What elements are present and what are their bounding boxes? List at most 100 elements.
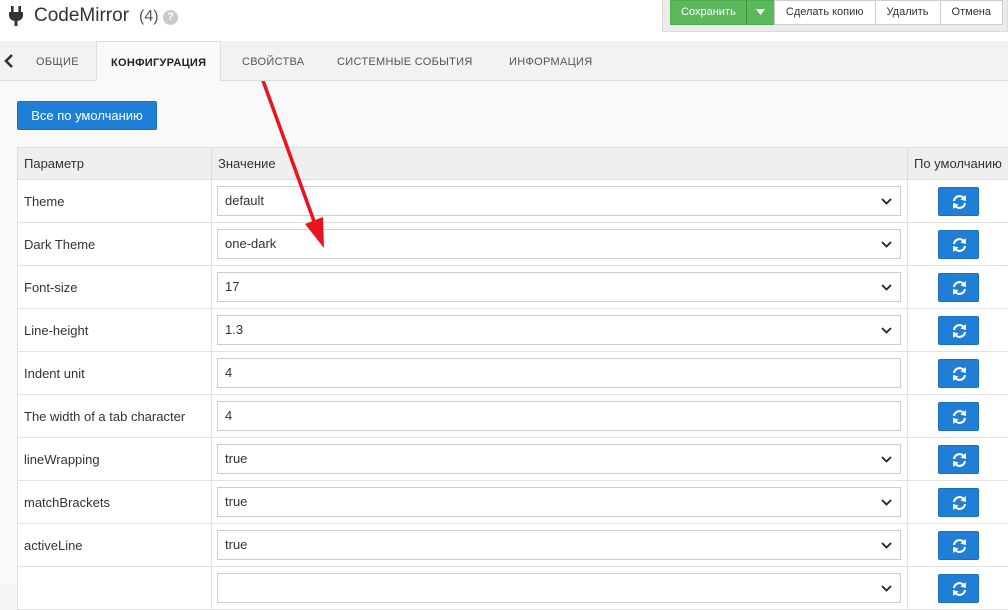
- table-row: Indent unit 4: [18, 352, 1008, 395]
- param-name: Indent unit: [18, 352, 212, 395]
- value-select[interactable]: true: [217, 444, 901, 474]
- chevron-down-icon: [881, 239, 892, 250]
- param-value-cell: default: [212, 180, 908, 223]
- param-name: lineWrapping: [18, 438, 212, 481]
- value-select[interactable]: true: [217, 487, 901, 517]
- tab-system-events[interactable]: СИСТЕМНЫЕ СОБЫТИЯ: [337, 41, 473, 81]
- help-icon[interactable]: ?: [163, 10, 178, 25]
- value-text: one-dark: [225, 236, 276, 251]
- config-table: Параметр Значение По умолчанию Theme defa…: [17, 147, 1008, 610]
- reset-default-button[interactable]: [938, 445, 979, 474]
- page-title: CodeMirror: [34, 5, 129, 27]
- reset-default-button[interactable]: [938, 273, 979, 302]
- value-select[interactable]: true: [217, 530, 901, 560]
- chevron-down-icon: [881, 497, 892, 508]
- param-name: [18, 567, 212, 610]
- value-select[interactable]: 1.3: [217, 315, 901, 345]
- table-row: Font-size 17: [18, 266, 1008, 309]
- chevron-down-icon: [881, 282, 892, 293]
- tab-general[interactable]: ОБЩИЕ: [36, 41, 79, 81]
- default-cell: [908, 524, 1008, 567]
- reset-default-button[interactable]: [938, 531, 979, 560]
- value-text: 4: [225, 365, 232, 380]
- value-text: 17: [225, 279, 239, 294]
- column-header-value: Значение: [212, 148, 908, 180]
- value-text: true: [225, 537, 247, 552]
- param-name: Theme: [18, 180, 212, 223]
- param-name: Dark Theme: [18, 223, 212, 266]
- copy-button[interactable]: Сделать копию: [774, 0, 876, 25]
- value-text: 4: [225, 408, 232, 423]
- table-row: The width of a tab character 4: [18, 395, 1008, 438]
- refresh-icon: [951, 237, 968, 253]
- tab-properties[interactable]: СВОЙСТВА: [242, 41, 304, 81]
- chevron-down-icon: [881, 454, 892, 465]
- table-row: Line-height1.3: [18, 309, 1008, 352]
- refresh-icon: [951, 581, 968, 597]
- value-select[interactable]: 17: [217, 272, 901, 302]
- param-value-cell: true: [212, 481, 908, 524]
- chevron-down-icon: [881, 325, 892, 336]
- column-header-default: По умолчанию: [908, 148, 1008, 180]
- value-select[interactable]: default: [217, 186, 901, 216]
- save-button[interactable]: Сохранить: [670, 0, 747, 25]
- table-row: Theme default: [18, 180, 1008, 223]
- value-select[interactable]: [217, 573, 901, 603]
- default-cell: [908, 223, 1008, 266]
- chevron-left-icon[interactable]: [3, 54, 15, 68]
- default-cell: [908, 395, 1008, 438]
- reset-default-button[interactable]: [938, 402, 979, 431]
- reset-default-button[interactable]: [938, 359, 979, 388]
- param-value-cell: true: [212, 524, 908, 567]
- reset-default-button[interactable]: [938, 230, 979, 259]
- reset-default-button[interactable]: [938, 574, 979, 603]
- param-value-cell: 1.3: [212, 309, 908, 352]
- cancel-button[interactable]: Отмена: [940, 0, 1003, 25]
- value-text: true: [225, 494, 247, 509]
- default-cell: [908, 352, 1008, 395]
- reset-default-button[interactable]: [938, 488, 979, 517]
- refresh-icon: [951, 280, 968, 296]
- param-value-cell: 4: [212, 352, 908, 395]
- table-row: Dark Theme one-dark: [18, 223, 1008, 266]
- param-name: matchBrackets: [18, 481, 212, 524]
- chevron-down-icon: [881, 196, 892, 207]
- value-text: default: [225, 193, 264, 208]
- default-cell: [908, 481, 1008, 524]
- param-value-cell: 17: [212, 266, 908, 309]
- save-options-button[interactable]: [746, 0, 775, 25]
- tab-information[interactable]: ИНФОРМАЦИЯ: [509, 41, 592, 81]
- value-select[interactable]: one-dark: [217, 229, 901, 259]
- column-header-param: Параметр: [18, 148, 212, 180]
- param-name: The width of a tab character: [18, 395, 212, 438]
- table-row: lineWrapping true: [18, 438, 1008, 481]
- value-text: true: [225, 451, 247, 466]
- default-cell: [908, 567, 1008, 610]
- value-input[interactable]: 4: [217, 358, 901, 388]
- value-input[interactable]: 4: [217, 401, 901, 431]
- default-cell: [908, 438, 1008, 481]
- table-row: [18, 567, 1008, 610]
- reset-default-button[interactable]: [938, 187, 979, 216]
- table-header-row: Параметр Значение По умолчанию: [18, 148, 1008, 180]
- default-cell: [908, 180, 1008, 223]
- table-row: matchBrackets true: [18, 481, 1008, 524]
- reset-default-button[interactable]: [938, 316, 979, 345]
- config-panel: Все по умолчанию Параметр Значение По ум…: [0, 81, 1008, 585]
- param-value-cell: [212, 567, 908, 610]
- refresh-icon: [951, 409, 968, 425]
- default-cell: [908, 309, 1008, 352]
- refresh-icon: [951, 194, 968, 210]
- delete-button[interactable]: Удалить: [875, 0, 941, 25]
- refresh-icon: [951, 538, 968, 554]
- chevron-down-icon: [881, 540, 892, 551]
- param-name: Font-size: [18, 266, 212, 309]
- reset-all-button[interactable]: Все по умолчанию: [17, 101, 157, 130]
- refresh-icon: [951, 323, 968, 339]
- default-cell: [908, 266, 1008, 309]
- tab-configuration[interactable]: КОНФИГУРАЦИЯ: [96, 41, 221, 82]
- refresh-icon: [951, 452, 968, 468]
- param-value-cell: 4: [212, 395, 908, 438]
- plug-icon: [8, 6, 24, 26]
- refresh-icon: [951, 495, 968, 511]
